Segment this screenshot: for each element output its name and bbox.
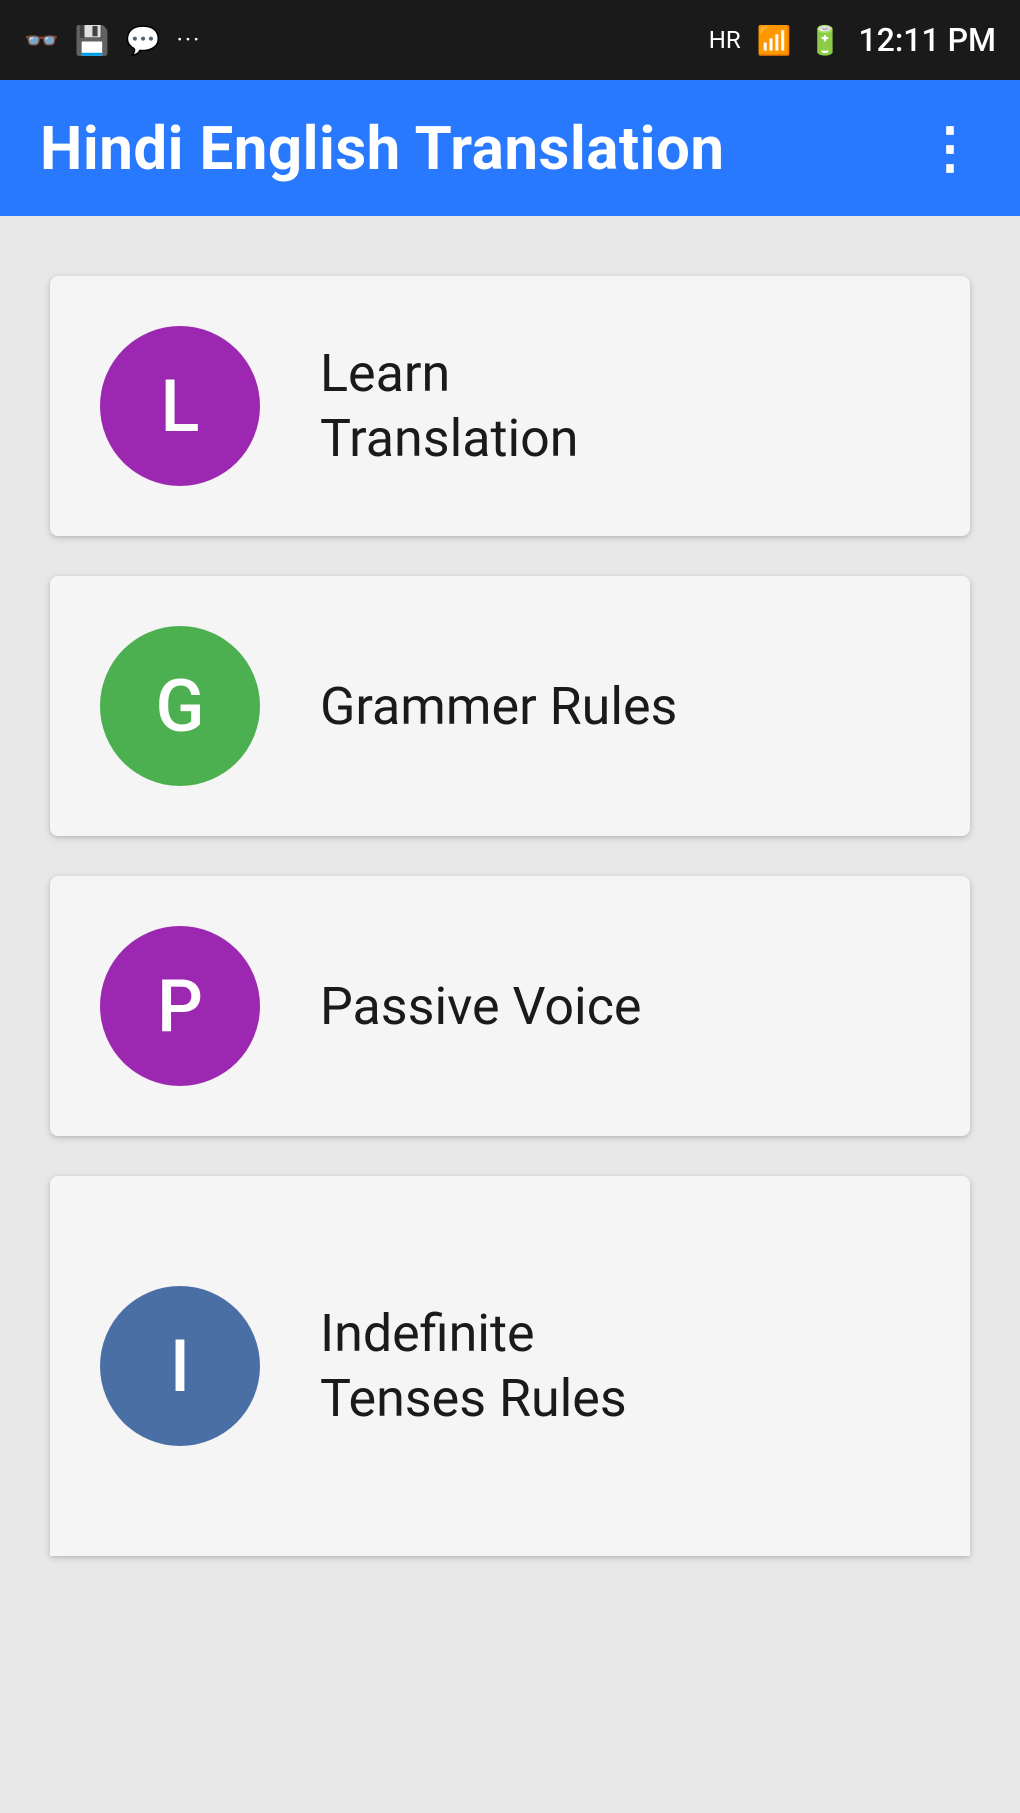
- app-bar: Hindi English Translation ⋮: [0, 80, 1020, 216]
- indefinite-tenses-letter: I: [170, 1324, 190, 1409]
- learn-translation-card[interactable]: L LearnTranslation: [50, 276, 970, 536]
- dots-icon: ···: [177, 26, 202, 54]
- grammer-rules-letter: G: [155, 664, 204, 749]
- message-icon: 💬: [126, 24, 161, 57]
- hr-label: HR: [709, 26, 741, 54]
- status-bar: 👓 💾 💬 ··· HR 📶 🔋 12:11 PM: [0, 0, 1020, 80]
- indefinite-tenses-card[interactable]: I IndefiniteTenses Rules: [50, 1176, 970, 1556]
- status-time: 12:11 PM: [858, 21, 996, 59]
- status-bar-right-icons: HR 📶 🔋 12:11 PM: [709, 21, 996, 59]
- more-options-icon[interactable]: ⋮: [922, 120, 980, 176]
- passive-voice-card[interactable]: P Passive Voice: [50, 876, 970, 1136]
- grammer-rules-avatar: G: [100, 626, 260, 786]
- save-icon: 💾: [75, 24, 110, 57]
- app-title: Hindi English Translation: [40, 113, 725, 184]
- grammer-rules-label: Grammer Rules: [320, 674, 677, 739]
- passive-voice-label: Passive Voice: [320, 974, 642, 1039]
- learn-translation-label: LearnTranslation: [320, 341, 579, 471]
- indefinite-tenses-label: IndefiniteTenses Rules: [320, 1301, 627, 1431]
- main-content: L LearnTranslation G Grammer Rules P Pas…: [0, 216, 1020, 1616]
- grammer-rules-card[interactable]: G Grammer Rules: [50, 576, 970, 836]
- passive-voice-letter: P: [157, 964, 203, 1049]
- battery-icon: 🔋: [808, 24, 843, 57]
- indefinite-tenses-avatar: I: [100, 1286, 260, 1446]
- signal-icon: 📶: [757, 24, 792, 57]
- status-bar-left-icons: 👓 💾 💬 ···: [24, 24, 201, 57]
- learn-translation-letter: L: [161, 364, 200, 449]
- glasses-icon: 👓: [24, 24, 59, 57]
- learn-translation-avatar: L: [100, 326, 260, 486]
- passive-voice-avatar: P: [100, 926, 260, 1086]
